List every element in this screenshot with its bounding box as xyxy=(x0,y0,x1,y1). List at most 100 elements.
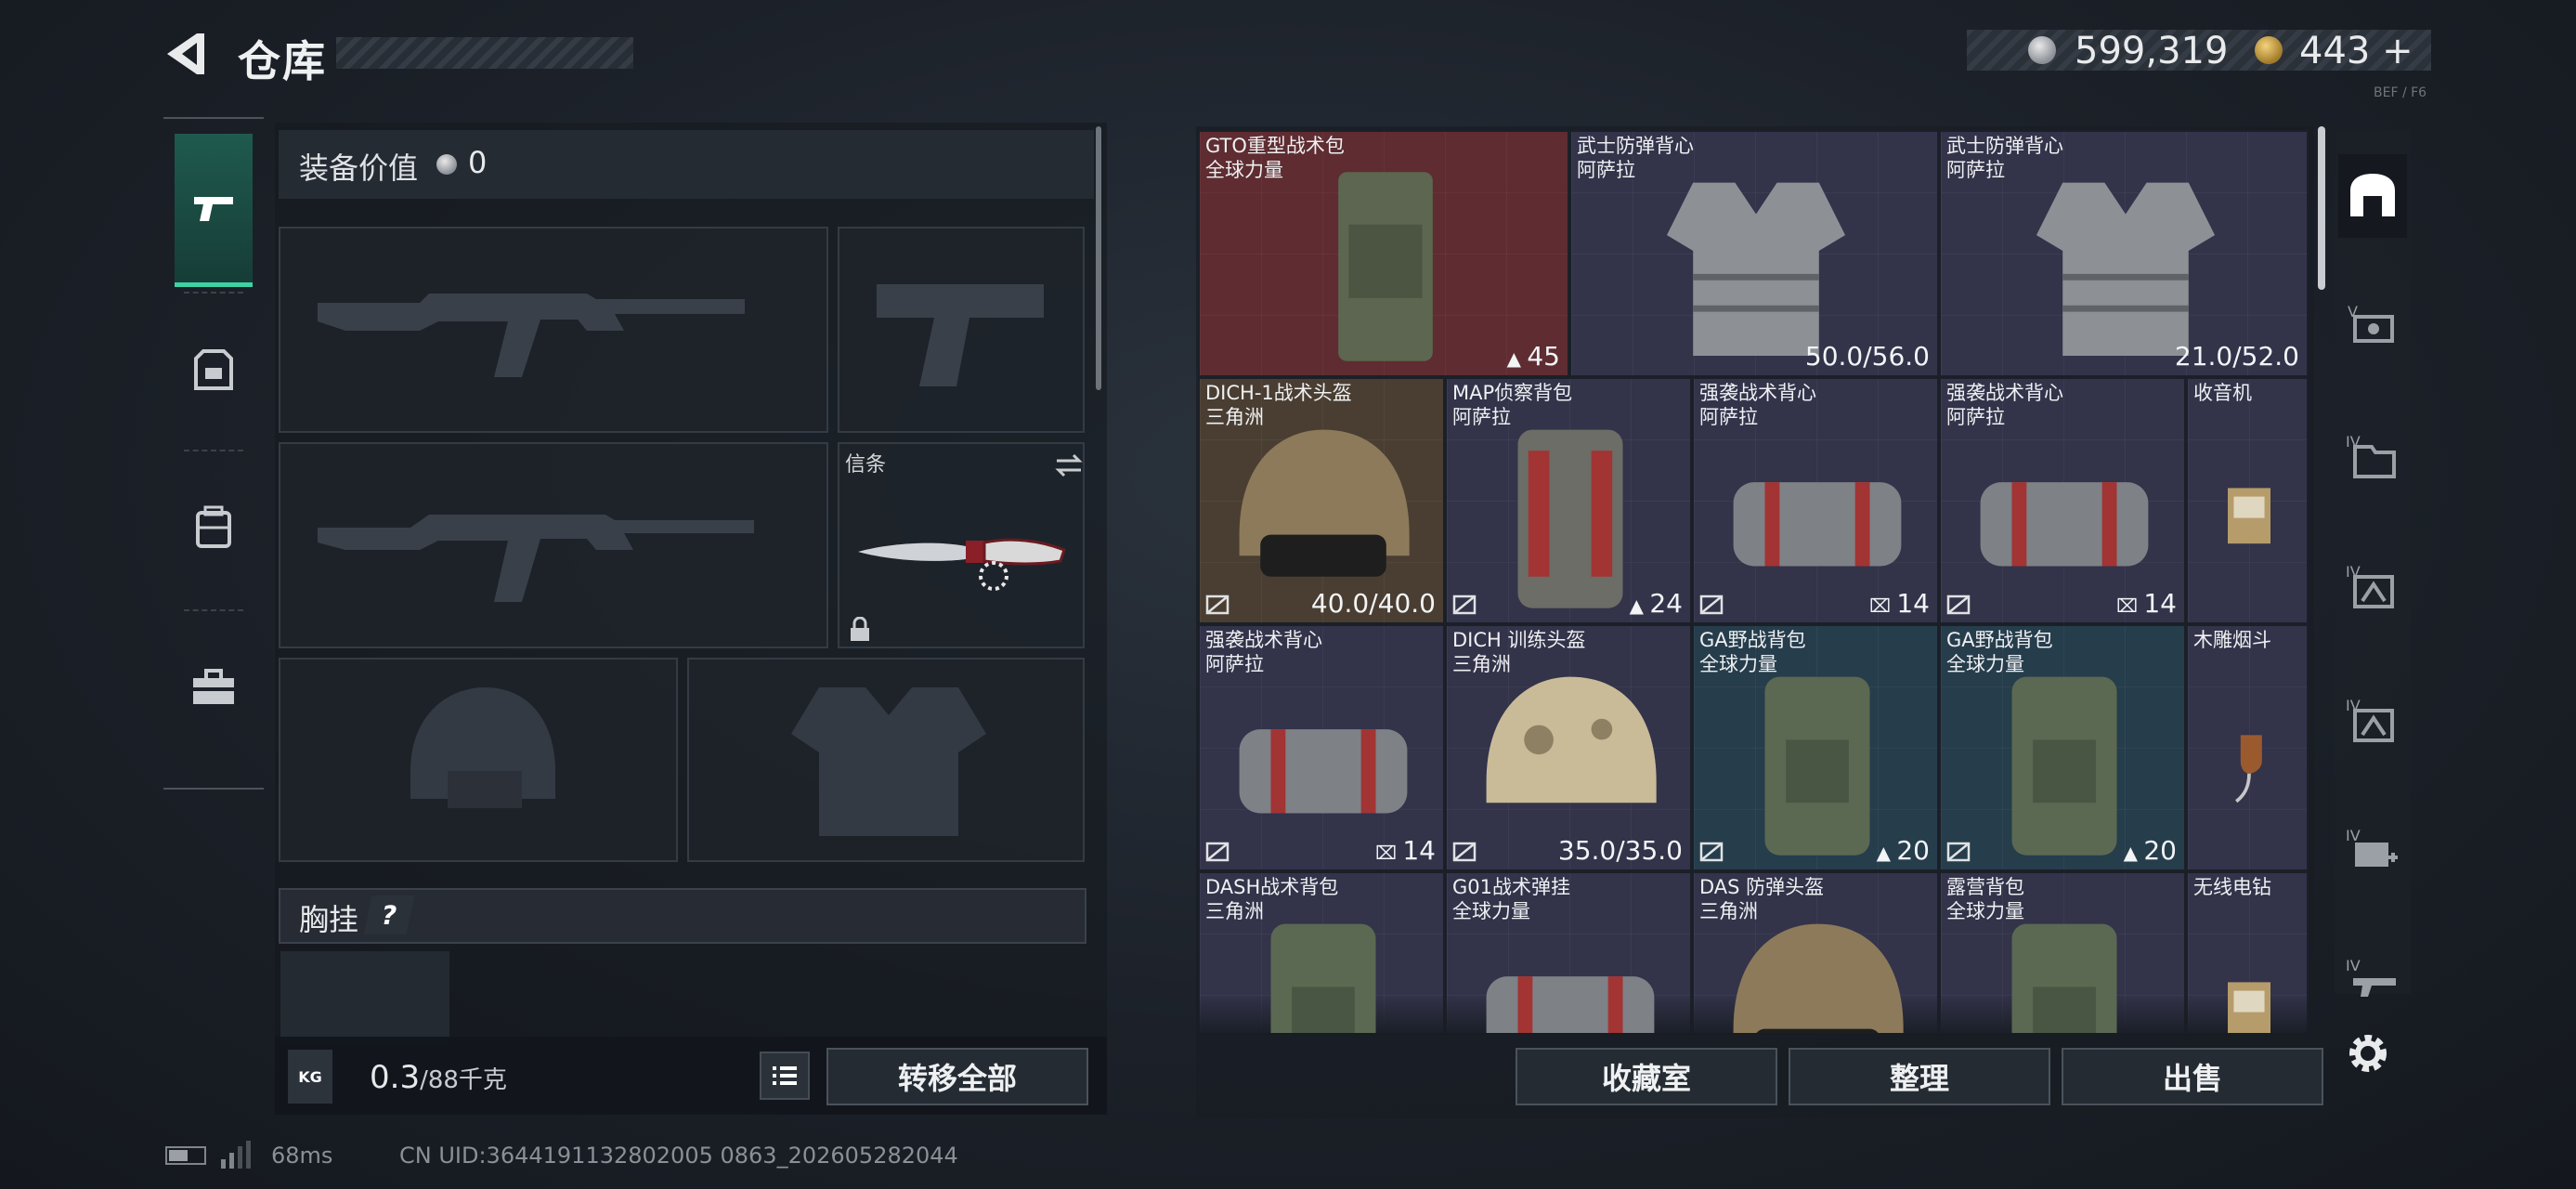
stash-scrollbar[interactable] xyxy=(2318,126,2325,290)
stash-item[interactable]: DICH-1战术头盔 三角洲 40.0/40.0 xyxy=(1198,377,1445,624)
helmet-silhouette-icon xyxy=(410,687,555,808)
capacity-value: ▲ 45 xyxy=(1507,341,1560,372)
tier-iv-armor-icon: IV xyxy=(2346,563,2394,608)
tier-iv-armor-2-icon: IV xyxy=(2346,697,2394,742)
capacity-vest-icon: ⌧ xyxy=(1374,842,1403,864)
back-arrow-icon[interactable] xyxy=(160,28,212,80)
svg-text:IV: IV xyxy=(2346,827,2361,844)
item-title: 收音机 xyxy=(2193,382,2252,404)
stash-item[interactable]: DASH战术背包 三角洲 xyxy=(1198,871,1445,1033)
sell-button[interactable]: 出售 xyxy=(2062,1048,2323,1105)
equip-value-label: 装备价值 xyxy=(299,150,419,186)
stash-item[interactable]: G01战术弹挂 全球力量 xyxy=(1445,871,1692,1033)
item-faction: 全球力量 xyxy=(1205,159,1283,181)
body-armor-slot[interactable] xyxy=(687,658,1085,862)
stash-item[interactable]: 强袭战术背心 阿萨拉 ⌧ 14 xyxy=(1939,377,2186,624)
item-name: MAP侦察背包 阿萨拉 xyxy=(1452,381,1572,429)
item-title: DICH 训练头盔 xyxy=(1452,629,1586,651)
stash-item[interactable]: 露营背包 全球力量 xyxy=(1939,871,2186,1033)
item-title: DICH-1战术头盔 xyxy=(1205,382,1352,404)
battery-level xyxy=(169,1150,188,1161)
item-name: 强袭战术背心 阿萨拉 xyxy=(1205,628,1322,676)
no-insure-icon xyxy=(1205,842,1229,862)
capacity-value: ▲ 24 xyxy=(1630,588,1683,619)
chest-rig-slot[interactable] xyxy=(280,951,449,1044)
loadout-scrollbar[interactable] xyxy=(1096,126,1101,390)
helmet-slot[interactable] xyxy=(279,658,678,862)
pistol-slot[interactable] xyxy=(838,227,1085,433)
filter-tier-iv-armor-2[interactable]: IV xyxy=(2338,678,2407,762)
rifle-silhouette-icon xyxy=(318,294,745,377)
stash-item[interactable]: 武士防弹背心 阿萨拉 21.0/52.0 xyxy=(1939,130,2309,377)
no-insure-icon xyxy=(1452,594,1477,615)
stash-item[interactable]: GA野战背包 全球力量 ▲ 20 xyxy=(1939,624,2186,871)
filter-all[interactable] xyxy=(2338,154,2407,238)
stash-item[interactable]: 强袭战术背心 阿萨拉 ⌧ 14 xyxy=(1198,624,1445,871)
add-currency-icon[interactable]: + xyxy=(2382,30,2413,72)
stat-text: 20 xyxy=(1896,835,1930,866)
rail-backpack-tab[interactable] xyxy=(175,453,253,602)
knife-icon xyxy=(858,538,1066,591)
silver-coin-icon xyxy=(2028,36,2056,64)
item-faction: 三角洲 xyxy=(1452,653,1511,675)
rail-weapons-tab[interactable] xyxy=(175,134,253,287)
item-name: DICH 训练头盔 三角洲 xyxy=(1452,628,1586,676)
stat-text: 24 xyxy=(1649,588,1683,619)
item-name: DAS 防弹头盔 三角洲 xyxy=(1699,875,1824,923)
sort-button[interactable]: 整理 xyxy=(1789,1048,2050,1105)
chest-rig-label: 胸挂 xyxy=(299,902,359,937)
item-title: 武士防弹背心 xyxy=(1946,135,2063,157)
rail-tools-tab[interactable] xyxy=(175,613,253,762)
stash-item[interactable]: 收音机 xyxy=(2186,377,2309,624)
transfer-all-button[interactable]: 转移全部 xyxy=(826,1048,1088,1105)
stash-item[interactable]: DICH 训练头盔 三角洲 35.0/35.0 xyxy=(1445,624,1692,871)
item-title: 无线电钻 xyxy=(2193,876,2271,898)
stat-text: 14 xyxy=(1896,588,1930,619)
stash-item[interactable]: GTO重型战术包 全球力量 ▲ 45 xyxy=(1198,130,1569,377)
item-faction: 三角洲 xyxy=(1205,900,1264,922)
stash-item[interactable]: 武士防弹背心 阿萨拉 50.0/56.0 xyxy=(1569,130,1939,377)
item-title: 强袭战术背心 xyxy=(1699,382,1816,404)
stash-item[interactable]: 木雕烟斗 xyxy=(2186,624,2309,871)
item-faction: 三角洲 xyxy=(1699,900,1758,922)
stash-item[interactable]: MAP侦察背包 阿萨拉 ▲ 24 xyxy=(1445,377,1692,624)
item-faction: 阿萨拉 xyxy=(1577,159,1635,181)
collection-room-button[interactable]: 收藏室 xyxy=(1516,1048,1777,1105)
list-view-button[interactable] xyxy=(760,1052,810,1100)
item-faction: 阿萨拉 xyxy=(1205,653,1264,675)
help-icon[interactable]: ? xyxy=(363,895,415,934)
gold-currency-value[interactable]: 443 + xyxy=(2299,30,2413,72)
filter-tier-iv-medkit[interactable]: IV xyxy=(2338,808,2407,892)
stash-item[interactable]: DAS 防弹头盔 三角洲 xyxy=(1692,871,1939,1033)
version-label: BEF / F6 xyxy=(2374,85,2427,100)
item-faction: 阿萨拉 xyxy=(1946,159,2005,181)
filter-tier-iv-armor[interactable]: IV xyxy=(2338,544,2407,628)
swap-icon[interactable] xyxy=(1055,453,1083,477)
item-faction: 全球力量 xyxy=(1452,900,1530,922)
capacity-value: ⌧ 14 xyxy=(1375,835,1436,866)
item-faction: 三角洲 xyxy=(1205,406,1264,428)
primary-weapon-slot[interactable] xyxy=(279,227,828,433)
stash-item[interactable]: 强袭战术背心 阿萨拉 ⌧ 14 xyxy=(1692,377,1939,624)
item-title: 强袭战术背心 xyxy=(1946,382,2063,404)
item-title: 露营背包 xyxy=(1946,876,2024,898)
drill-icon xyxy=(2228,982,2270,1033)
filter-tier-v-armor[interactable]: V xyxy=(2338,284,2407,368)
capacity-value: ⌧ 14 xyxy=(2116,588,2177,619)
item-faction: 阿萨拉 xyxy=(1699,406,1758,428)
filter-tier-iv-gun[interactable]: IV xyxy=(2338,938,2407,1022)
filter-tier-iv-folder[interactable]: IV xyxy=(2338,414,2407,498)
item-title: DAS 防弹头盔 xyxy=(1699,876,1825,898)
rail-armor-tab[interactable] xyxy=(175,295,253,444)
rifle-silhouette-icon xyxy=(318,515,754,602)
armor-icon xyxy=(194,349,233,390)
capacity-value: ▲ 20 xyxy=(1877,835,1930,866)
capacity-vest-icon: ⌧ xyxy=(1868,594,1897,617)
settings-gear-icon[interactable] xyxy=(2340,1026,2396,1081)
stash-item[interactable]: GA野战背包 全球力量 ▲ 20 xyxy=(1692,624,1939,871)
secondary-weapon-slot[interactable] xyxy=(279,442,828,648)
tier-iv-folder-icon: IV xyxy=(2346,433,2396,478)
stat-text: 21.0/52.0 xyxy=(2174,341,2299,372)
item-name: 木雕烟斗 xyxy=(2193,628,2271,652)
stash-grid: GTO重型战术包 全球力量 ▲ 45 武士防弹背心 阿萨拉 50.0/56.0 武士防弹背心… xyxy=(1198,130,2309,1033)
